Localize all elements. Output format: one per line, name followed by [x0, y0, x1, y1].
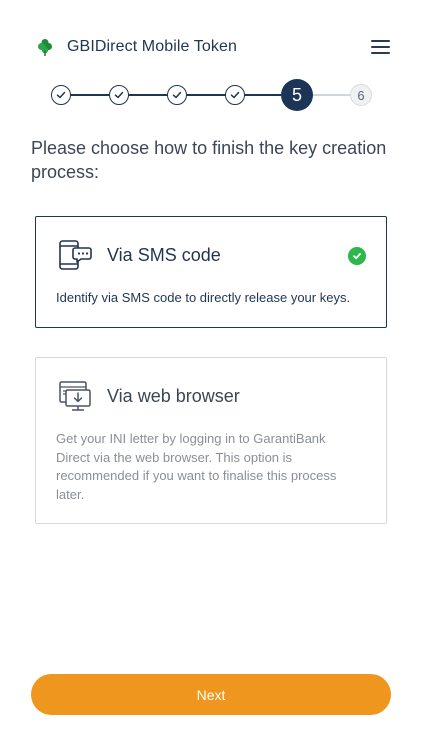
- step-1-complete: [51, 85, 71, 105]
- menu-button[interactable]: [371, 40, 390, 54]
- option-title: Via web browser: [107, 386, 240, 406]
- option-description: Get your INI letter by logging in to Gar…: [56, 431, 337, 502]
- step-connector: [186, 94, 226, 96]
- step-active: 5: [281, 79, 313, 111]
- clover-logo-icon: [38, 39, 52, 56]
- step-4-complete: [225, 85, 245, 105]
- check-icon: [172, 91, 182, 99]
- step-2-complete: [109, 85, 129, 105]
- sms-phone-icon: [59, 240, 92, 270]
- menu-icon: [371, 40, 390, 54]
- app-title: GBIDirect Mobile Token: [67, 38, 237, 55]
- step-3-complete: [167, 85, 187, 105]
- step-connector: [312, 94, 352, 96]
- check-circle-icon: [348, 247, 366, 265]
- check-icon: [114, 91, 124, 99]
- option-description: Identify via SMS code to directly releas…: [56, 290, 351, 305]
- step-connector: [244, 94, 284, 96]
- step-future: 6: [350, 84, 372, 106]
- option-web-browser-card[interactable]: Via web browser Get your INI letter by l…: [35, 357, 387, 524]
- next-button[interactable]: Next: [31, 674, 391, 715]
- check-icon: [230, 91, 240, 99]
- app-header: GBIDirect Mobile Token: [0, 0, 422, 90]
- step-connector: [70, 94, 110, 96]
- progress-stepper: 5 6: [0, 78, 422, 112]
- instruction-text: Please choose how to finish the key crea…: [31, 138, 387, 182]
- option-title: Via SMS code: [107, 245, 221, 265]
- check-icon: [56, 91, 66, 99]
- web-browser-icon: [59, 381, 91, 411]
- step-connector: [128, 94, 168, 96]
- option-sms-card[interactable]: Via SMS code Identify via SMS code to di…: [35, 216, 387, 328]
